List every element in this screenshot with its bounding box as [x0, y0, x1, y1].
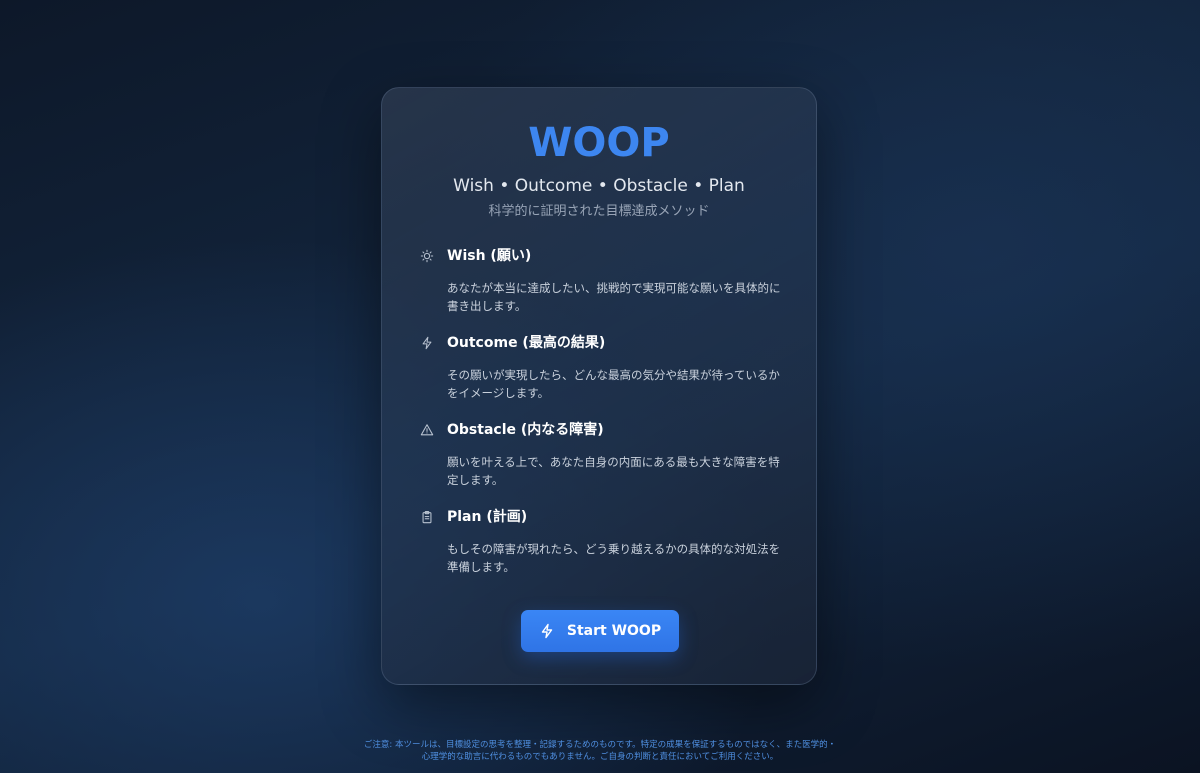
app-tagline: 科学的に証明された目標達成メソッド [488, 204, 710, 219]
lightning-icon [419, 335, 435, 351]
step-outcome-description: その願いが実現したら、どんな最高の気分や結果が待っているかをイメージします。 [447, 368, 780, 400]
step-plan-description: もしその障害が現れたら、どう乗り越えるかの具体的な対処法を準備します。 [447, 542, 781, 574]
woop-card: WOOP Wish • Outcome • Obstacle • Plan 科学… [381, 87, 817, 685]
step-wish-title: Wish (願い) [447, 248, 532, 264]
step-outcome: Outcome (最高の結果) その願いが実現したら、どんな最高の気分や結果が待… [419, 332, 789, 402]
step-wish-description: あなたが本当に達成したい、挑戦的で実現可能な願いを具体的に書き出します。 [447, 281, 781, 313]
step-plan: Plan (計画) もしその障害が現れたら、どう乗り越えるかの具体的な対処法を準… [419, 506, 789, 576]
disclaimer: ご注意: 本ツールは、目標設定の思考を整理・記録するためのものです。特定の成果を… [0, 739, 1200, 763]
step-plan-title: Plan (計画) [447, 509, 528, 525]
disclaimer-line-1: ご注意: 本ツールは、目標設定の思考を整理・記録するためのものです。特定の成果を… [363, 740, 837, 750]
lightning-icon [539, 623, 555, 639]
lightbulb-icon [419, 248, 435, 264]
step-obstacle-description: 願いを叶える上で、あなた自身の内面にある最も大きな障害を特定します。 [447, 455, 780, 487]
step-outcome-title: Outcome (最高の結果) [447, 335, 606, 351]
start-woop-button[interactable]: Start WOOP [521, 610, 679, 652]
step-obstacle: Obstacle (内なる障害) 願いを叶える上で、あなた自身の内面にある最も大… [419, 419, 789, 489]
disclaimer-line-2: 心理学的な助言に代わるものでもありません。ご自身の判断と責任においてご利用くださ… [421, 752, 779, 762]
step-wish: Wish (願い) あなたが本当に達成したい、挑戦的で実現可能な願いを具体的に書… [419, 245, 789, 315]
clipboard-icon [419, 509, 435, 525]
warning-triangle-icon [419, 422, 435, 438]
app-title: WOOP [528, 120, 670, 166]
app-subtitle: Wish • Outcome • Obstacle • Plan [453, 176, 745, 196]
step-obstacle-title: Obstacle (内なる障害) [447, 422, 604, 438]
start-woop-label: Start WOOP [566, 623, 662, 639]
